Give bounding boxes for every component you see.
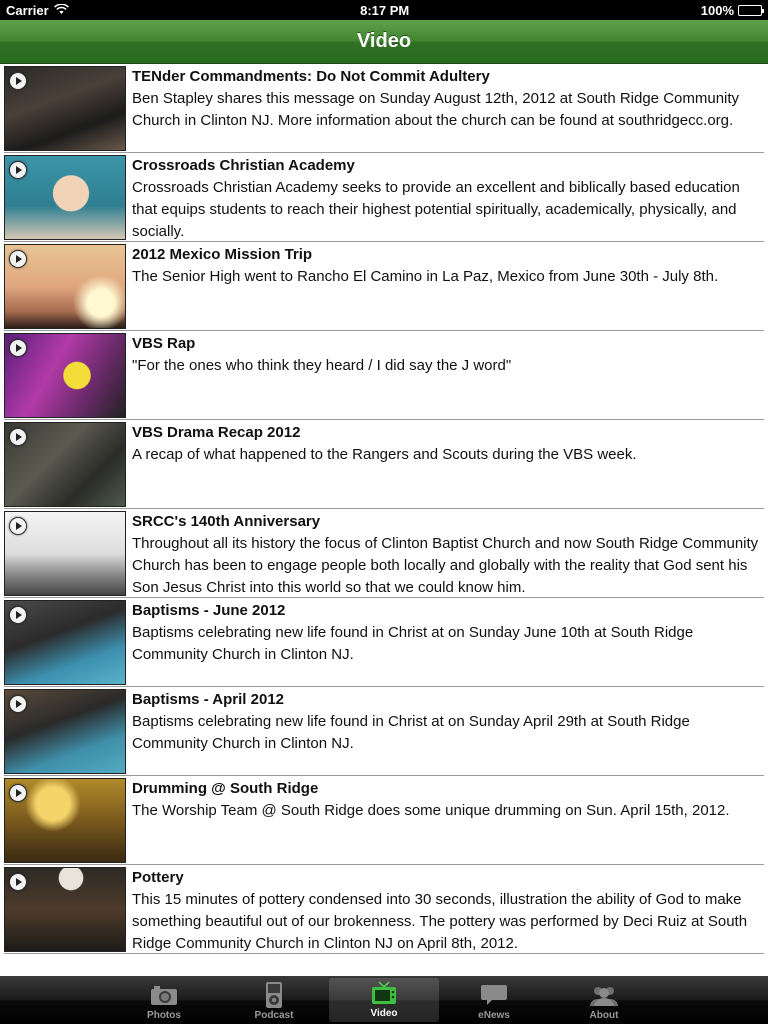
people-icon — [588, 982, 620, 1008]
play-icon — [9, 72, 27, 90]
video-text: VBS Drama Recap 2012 A recap of what hap… — [132, 424, 762, 466]
video-row[interactable]: Pottery This 15 minutes of pottery conde… — [4, 865, 764, 954]
speech-bubble-icon — [480, 982, 508, 1008]
video-description: Baptisms celebrating new life found in C… — [132, 624, 694, 663]
tab-about[interactable]: About — [549, 976, 659, 1024]
video-thumbnail — [4, 244, 126, 329]
play-icon — [9, 606, 27, 624]
video-description: The Senior High went to Rancho El Camino… — [132, 268, 719, 285]
video-text: Pottery This 15 minutes of pottery conde… — [132, 869, 762, 955]
video-row[interactable]: Drumming @ South Ridge The Worship Team … — [4, 776, 764, 865]
wifi-icon — [53, 2, 69, 18]
page-title: Video — [356, 30, 412, 52]
video-thumbnail — [4, 689, 126, 774]
video-description: Throughout all its history the focus of … — [132, 535, 759, 596]
video-thumbnail — [4, 66, 126, 151]
video-title: SRCC's 140th Anniversary — [132, 513, 321, 530]
video-title: VBS Drama Recap 2012 — [132, 424, 301, 441]
video-title: VBS Rap — [132, 335, 196, 352]
video-title: Crossroads Christian Academy — [132, 157, 355, 174]
video-list[interactable]: TENder Commandments: Do Not Commit Adult… — [0, 64, 768, 976]
play-icon — [9, 161, 27, 179]
video-row[interactable]: VBS Drama Recap 2012 A recap of what hap… — [4, 420, 764, 509]
video-thumbnail — [4, 422, 126, 507]
video-text: Baptisms - April 2012 Baptisms celebrati… — [132, 691, 762, 755]
tab-label: Video — [370, 1008, 398, 1019]
camera-icon — [150, 982, 178, 1008]
tab-enews[interactable]: eNews — [439, 976, 549, 1024]
video-title: Drumming @ South Ridge — [132, 780, 319, 797]
video-thumbnail — [4, 155, 126, 240]
video-title: 2012 Mexico Mission Trip — [132, 246, 313, 263]
video-row[interactable]: VBS Rap "For the ones who think they hea… — [4, 331, 764, 420]
navigation-bar: Video — [0, 20, 768, 64]
video-description: The Worship Team @ South Ridge does some… — [132, 802, 730, 819]
ipod-icon — [265, 982, 283, 1008]
play-icon — [9, 873, 27, 891]
play-icon — [9, 250, 27, 268]
video-thumbnail — [4, 778, 126, 863]
video-row[interactable]: SRCC's 140th Anniversary Throughout all … — [4, 509, 764, 598]
tab-podcast[interactable]: Podcast — [219, 976, 329, 1024]
video-title: Baptisms - April 2012 — [132, 691, 284, 708]
tab-bar: Photos Podcast Video eNews About — [0, 976, 768, 1024]
video-description: A recap of what happened to the Rangers … — [132, 446, 637, 463]
tab-photos[interactable]: Photos — [109, 976, 219, 1024]
play-icon — [9, 339, 27, 357]
video-thumbnail — [4, 333, 126, 418]
tab-label: eNews — [478, 1010, 510, 1021]
video-description: Baptisms celebrating new life found in C… — [132, 713, 690, 752]
video-text: TENder Commandments: Do Not Commit Adult… — [132, 68, 762, 132]
tab-label: Podcast — [254, 1010, 294, 1021]
play-icon — [9, 695, 27, 713]
video-title: Pottery — [132, 869, 184, 886]
video-row[interactable]: Baptisms - June 2012 Baptisms celebratin… — [4, 598, 764, 687]
video-text: Crossroads Christian Academy Crossroads … — [132, 157, 762, 243]
video-text: SRCC's 140th Anniversary Throughout all … — [132, 513, 762, 599]
video-row[interactable]: TENder Commandments: Do Not Commit Adult… — [4, 64, 764, 153]
play-icon — [9, 784, 27, 802]
tv-icon — [370, 980, 398, 1006]
status-left: Carrier — [6, 3, 69, 18]
video-row[interactable]: 2012 Mexico Mission Trip The Senior High… — [4, 242, 764, 331]
video-description: "For the ones who think they heard / I d… — [132, 357, 512, 374]
status-right: 100% — [700, 2, 764, 18]
video-title: Baptisms - June 2012 — [132, 602, 286, 619]
video-title: TENder Commandments: Do Not Commit Adult… — [132, 68, 490, 85]
video-description: This 15 minutes of pottery condensed int… — [132, 891, 748, 952]
video-description: Ben Stapley shares this message on Sunda… — [132, 90, 740, 129]
carrier-label: Carrier — [6, 2, 49, 18]
video-thumbnail — [4, 600, 126, 685]
status-bar: Carrier 8:17 PM 100% — [0, 0, 768, 20]
battery-icon — [738, 4, 764, 16]
play-icon — [9, 428, 27, 446]
tab-video[interactable]: Video — [329, 978, 439, 1022]
video-text: Baptisms - June 2012 Baptisms celebratin… — [132, 602, 762, 666]
battery-percent: 100% — [700, 2, 734, 18]
clock: 8:17 PM — [360, 2, 410, 18]
play-icon — [9, 517, 27, 535]
video-row[interactable]: Baptisms - April 2012 Baptisms celebrati… — [4, 687, 764, 776]
video-text: Drumming @ South Ridge The Worship Team … — [132, 780, 762, 822]
video-text: 2012 Mexico Mission Trip The Senior High… — [132, 246, 762, 288]
video-text: VBS Rap "For the ones who think they hea… — [132, 335, 762, 377]
video-thumbnail — [4, 867, 126, 952]
tab-label: Photos — [147, 1010, 181, 1021]
video-thumbnail — [4, 511, 126, 596]
tab-label: About — [589, 1010, 619, 1021]
video-description: Crossroads Christian Academy seeks to pr… — [132, 179, 740, 240]
video-row[interactable]: Crossroads Christian Academy Crossroads … — [4, 153, 764, 242]
